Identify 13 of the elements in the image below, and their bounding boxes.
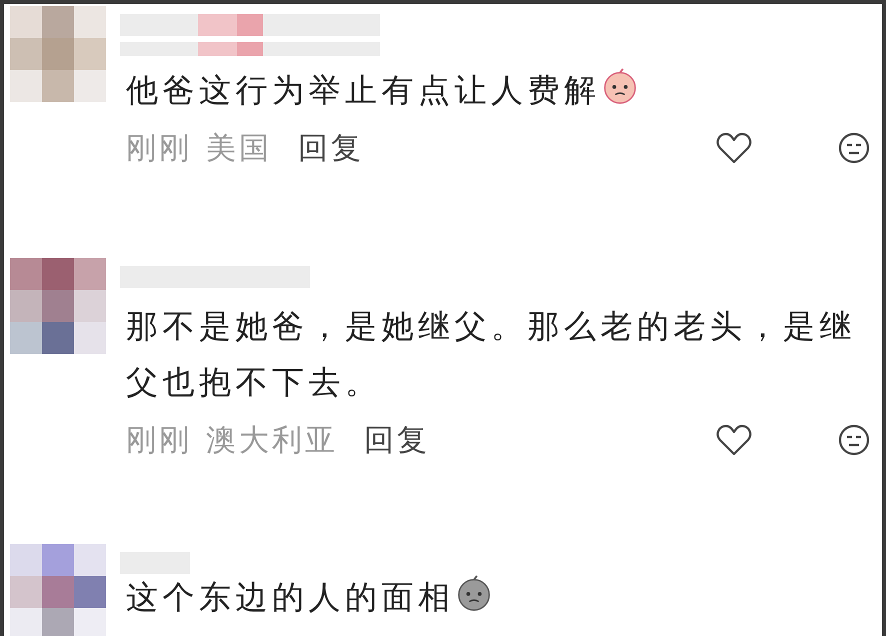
comment-text: 那不是她爸，是她继父。那么老的老头，是继父也抱不下去。 [126, 306, 857, 403]
reply-link[interactable]: 回复 [364, 420, 430, 460]
comment-location: 美国 [206, 130, 272, 168]
comment-text: 这个东边的人的面相 [126, 574, 866, 619]
like-heart-icon[interactable] [716, 424, 752, 456]
comment-time: 刚刚 [126, 130, 192, 168]
like-heart-icon[interactable] [716, 132, 752, 164]
comment-location: 澳大利亚 [206, 422, 338, 460]
dislike-face-icon[interactable] [838, 132, 870, 164]
comment-time: 刚刚 [126, 422, 192, 460]
comment-text: 他爸这行为举止有点让人费解 [126, 62, 866, 118]
reply-link[interactable]: 回复 [298, 128, 364, 168]
dislike-face-icon[interactable] [838, 424, 870, 456]
